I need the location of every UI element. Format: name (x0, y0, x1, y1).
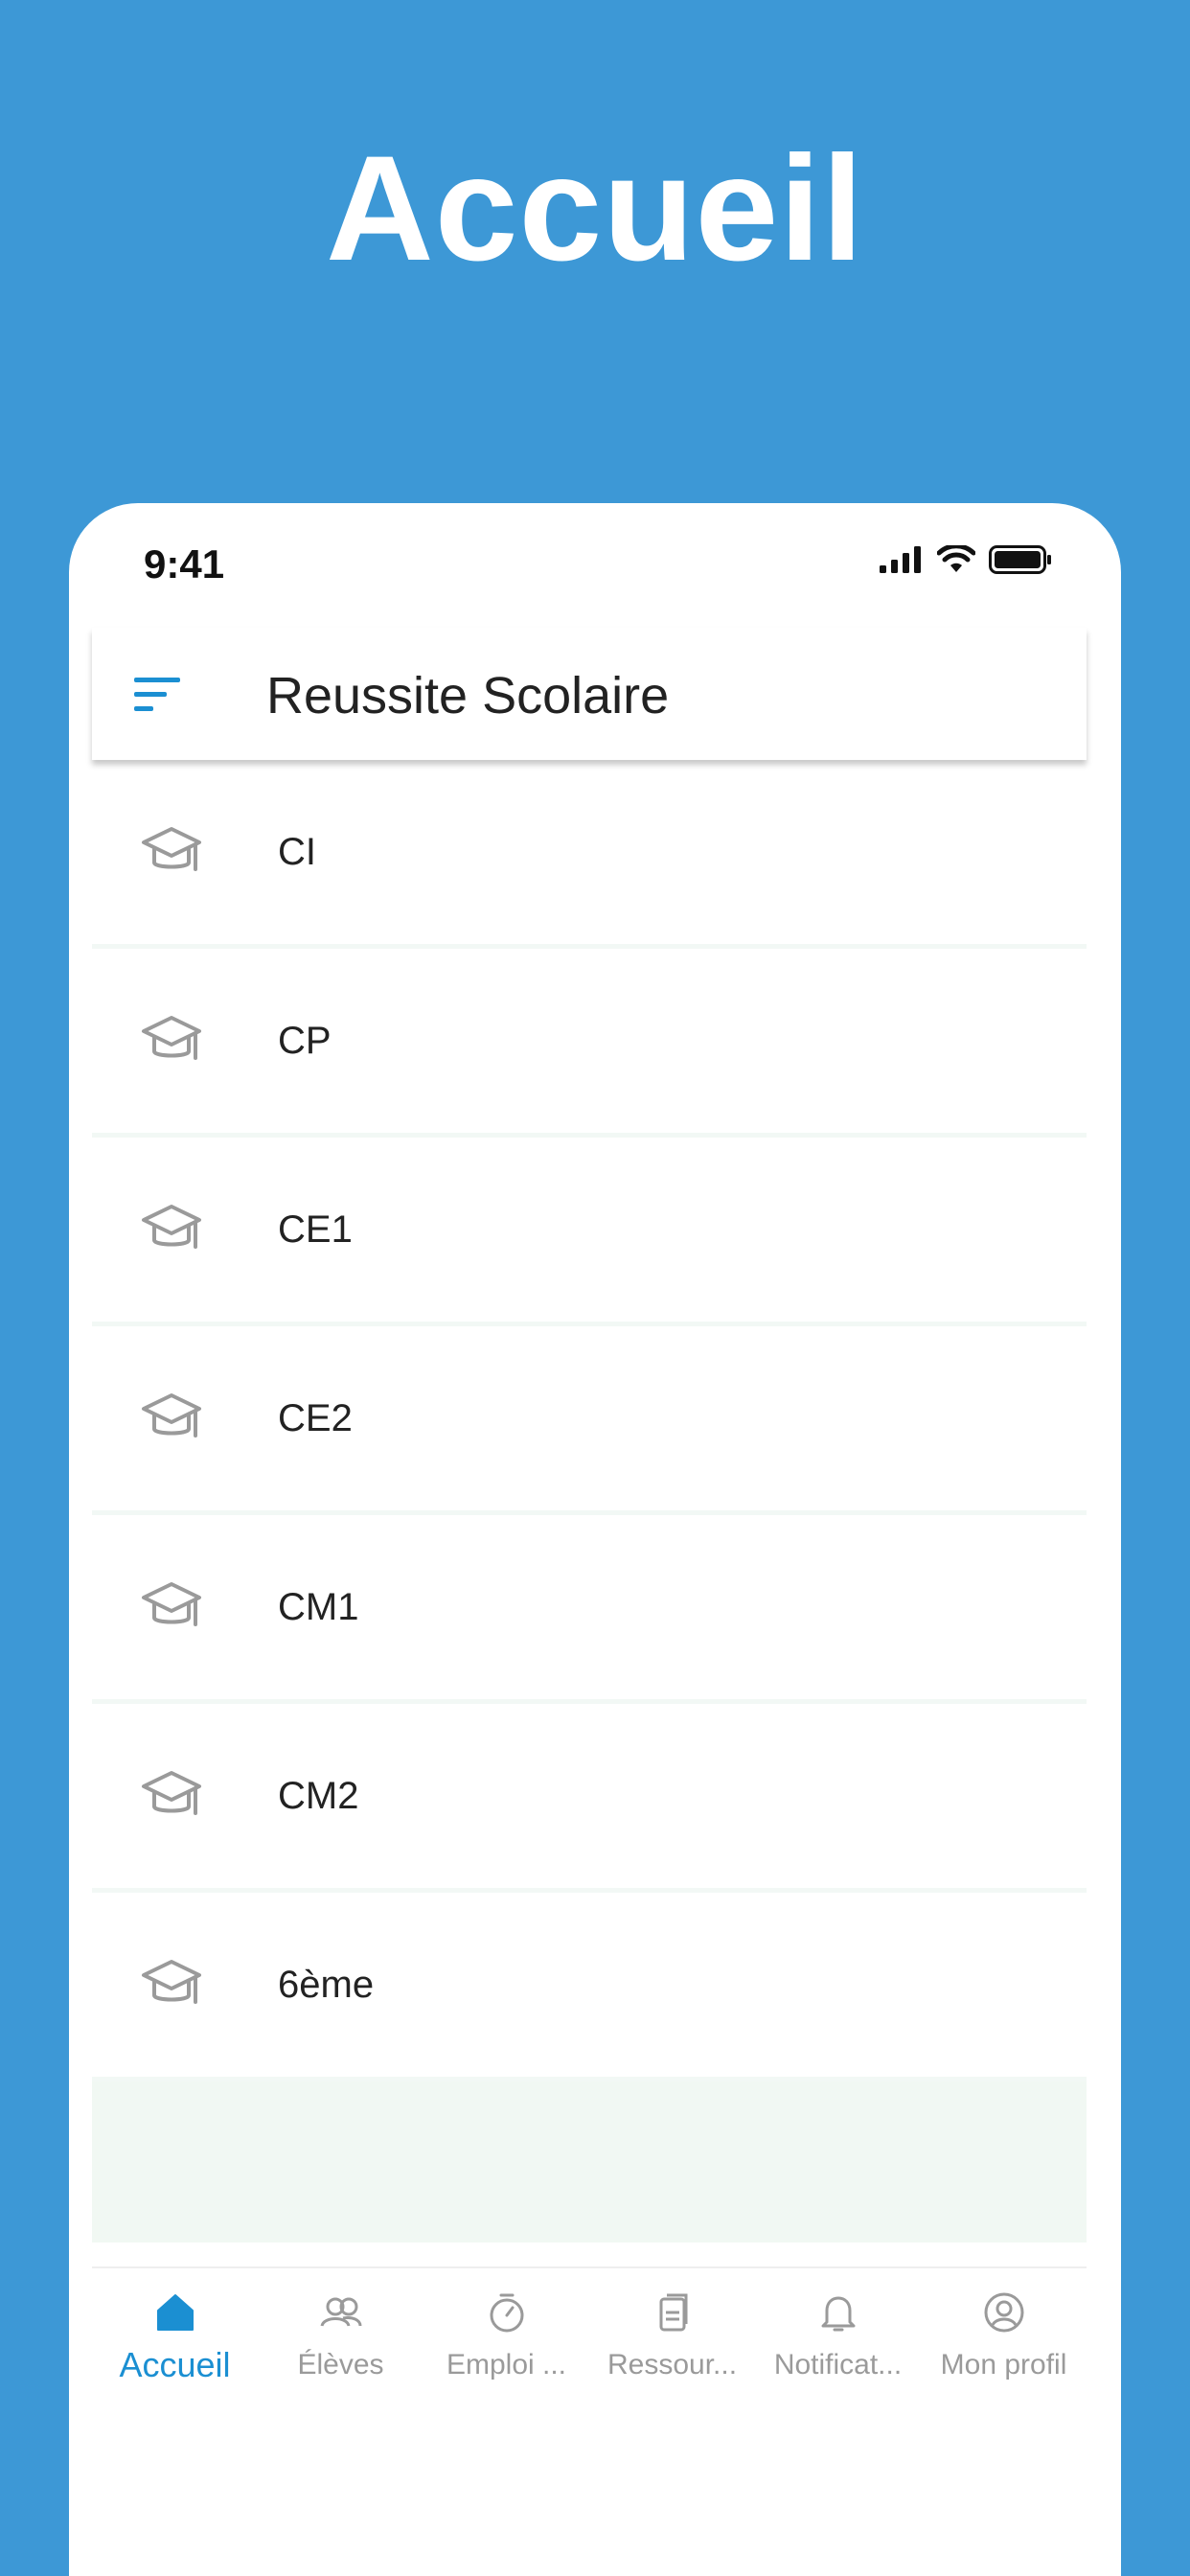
tab-label: Ressour... (606, 2349, 738, 2380)
wifi-icon (937, 545, 975, 572)
level-item-ce1[interactable]: CE1 (92, 1138, 1087, 1326)
tab-label: Notificat... (773, 2349, 903, 2380)
level-item-cm1[interactable]: CM1 (92, 1515, 1087, 1704)
tab-profile[interactable]: Mon profil (921, 2268, 1087, 2391)
tab-home[interactable]: Accueil (92, 2268, 258, 2391)
app-bar: Reussite Scolaire (92, 628, 1087, 760)
level-label: CM2 (278, 1775, 359, 1817)
level-label: CP (278, 1020, 332, 1062)
status-bar: 9:41 (69, 503, 1121, 628)
graduation-cap-icon (140, 823, 203, 883)
level-label: CE1 (278, 1208, 353, 1251)
home-icon (152, 2289, 198, 2335)
graduation-cap-icon (140, 1201, 203, 1260)
signal-icon (880, 546, 921, 573)
battery-icon (989, 545, 1051, 574)
tab-label: Élèves (297, 2349, 384, 2380)
timer-icon (484, 2289, 530, 2335)
bottom-tab-bar: Accueil Élèves Emploi ... Ressour... Notific… (92, 2266, 1087, 2391)
status-icons (880, 545, 1052, 574)
level-item-cp[interactable]: CP (92, 949, 1087, 1138)
hero-title: Accueil (326, 126, 864, 292)
tab-documents[interactable]: Ressour... (589, 2268, 755, 2391)
tab-timer[interactable]: Emploi ... (423, 2268, 589, 2391)
level-item-ci[interactable]: CI (92, 760, 1087, 949)
graduation-cap-icon (140, 1578, 203, 1638)
level-label: 6ème (278, 1964, 375, 2006)
graduation-cap-icon (140, 1390, 203, 1449)
profile-icon (981, 2289, 1027, 2335)
tab-students[interactable]: Élèves (258, 2268, 423, 2391)
level-item-cm2[interactable]: CM2 (92, 1704, 1087, 1893)
graduation-cap-icon (140, 1767, 203, 1827)
tab-label: Accueil (119, 2345, 231, 2384)
bell-icon (815, 2289, 861, 2335)
level-list: CI CP CE1 CE2 CM1 CM2 6ème (92, 760, 1087, 2082)
status-time: 9:41 (144, 541, 225, 586)
tab-bell[interactable]: Notificat... (755, 2268, 921, 2391)
graduation-cap-icon (140, 1012, 203, 1071)
tab-label: Mon profil (940, 2349, 1067, 2380)
app-title: Reussite Scolaire (266, 667, 670, 724)
phone-frame: 9:41 Reussite Scolaire CI CP CE1 CE2 CM1… (69, 503, 1121, 2576)
tab-label: Emploi ... (446, 2349, 567, 2380)
level-label: CI (278, 831, 316, 873)
app-screen: Reussite Scolaire CI CP CE1 CE2 CM1 CM2 6ème A… (92, 628, 1087, 2576)
graduation-cap-icon (140, 1956, 203, 2015)
sort-menu-icon[interactable] (134, 676, 184, 714)
students-icon (318, 2289, 364, 2335)
documents-icon (650, 2289, 696, 2335)
level-item-6ème[interactable]: 6ème (92, 1893, 1087, 2082)
level-item-ce2[interactable]: CE2 (92, 1326, 1087, 1515)
level-label: CM1 (278, 1586, 359, 1628)
level-label: CE2 (278, 1397, 353, 1439)
